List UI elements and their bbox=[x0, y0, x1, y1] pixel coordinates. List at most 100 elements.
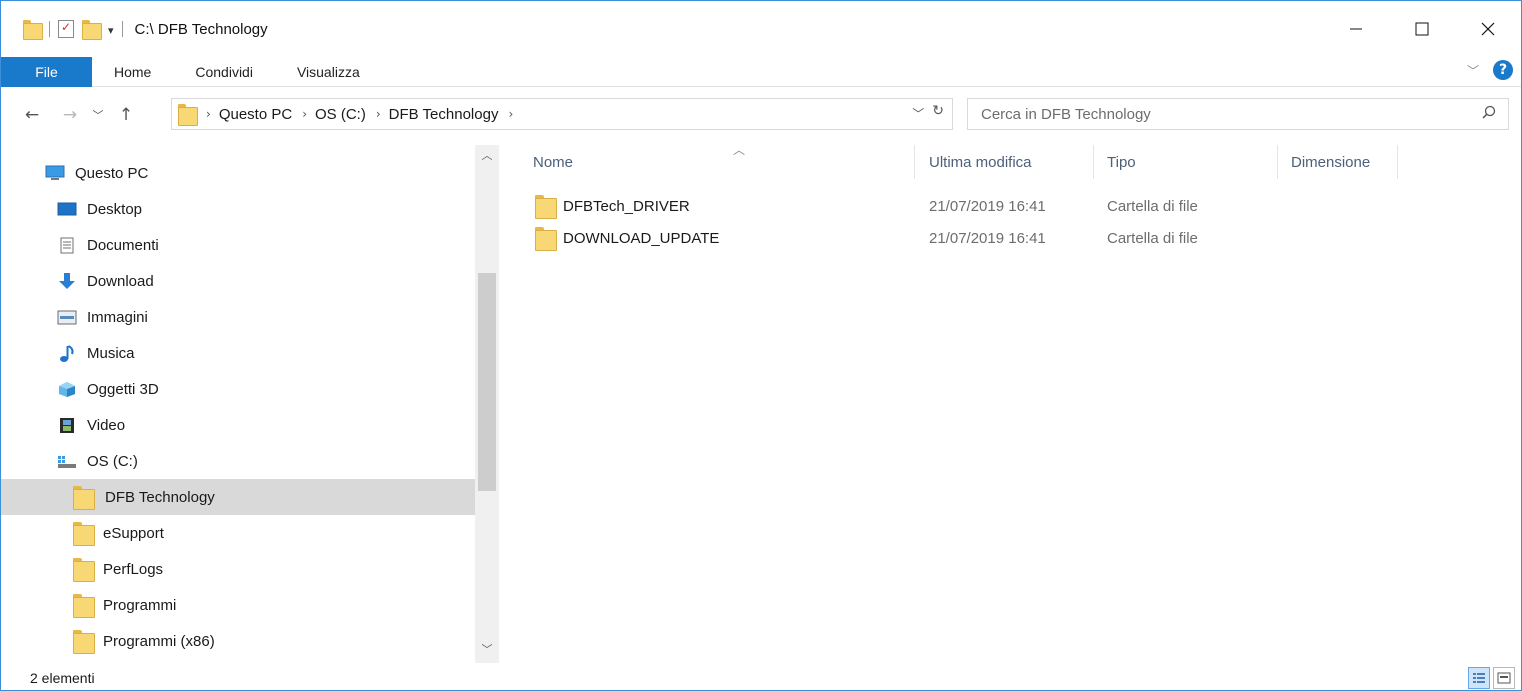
document-icon bbox=[60, 237, 74, 253]
navigation-row: ← → ﹀ ↑ › Questo PC › OS (C:) › DFB Tech… bbox=[1, 95, 1521, 135]
customize-toolbar-dropdown-icon[interactable]: ▾ bbox=[108, 24, 114, 37]
breadcrumb-questo-pc[interactable]: Questo PC bbox=[219, 106, 292, 123]
scrollbar-thumb[interactable] bbox=[478, 273, 496, 491]
column-header-tipo[interactable]: Tipo bbox=[1107, 145, 1136, 179]
nav-item-desktop[interactable]: Desktop bbox=[1, 191, 475, 227]
nav-item-video[interactable]: Video bbox=[1, 407, 475, 443]
nav-item-questo-pc[interactable]: Questo PC bbox=[1, 155, 475, 191]
window-title: C:\ DFB Technology bbox=[134, 20, 268, 38]
drive-icon bbox=[58, 455, 76, 468]
column-header-nome[interactable]: Nome ︿ bbox=[533, 143, 745, 179]
search-box[interactable]: Cerca in DFB Technology bbox=[967, 98, 1509, 130]
nav-item-download[interactable]: Download bbox=[1, 263, 475, 299]
tab-condividi[interactable]: Condividi bbox=[173, 57, 275, 87]
large-icons-view-icon bbox=[1497, 672, 1511, 684]
up-arrow-icon[interactable]: ↑ bbox=[114, 105, 138, 125]
download-arrow-icon bbox=[59, 272, 75, 289]
separator bbox=[49, 21, 50, 37]
column-header-dimensione[interactable]: Dimensione bbox=[1291, 145, 1370, 179]
folder-icon bbox=[73, 522, 95, 546]
address-bar-tail: ﹀ ↻ bbox=[912, 103, 944, 122]
monitor-icon bbox=[45, 165, 65, 180]
nav-item-os-c[interactable]: OS (C:) bbox=[1, 443, 475, 479]
refresh-icon[interactable]: ↻ bbox=[932, 103, 944, 122]
folder-icon bbox=[178, 104, 198, 126]
close-button[interactable] bbox=[1455, 1, 1521, 57]
recent-locations-chevron-icon[interactable]: ﹀ bbox=[86, 107, 110, 123]
column-separator[interactable] bbox=[914, 145, 915, 179]
new-folder-icon[interactable] bbox=[82, 20, 102, 40]
scroll-up-arrow-icon[interactable]: ︿ bbox=[475, 147, 499, 163]
desktop-icon bbox=[57, 202, 77, 215]
properties-checkmark-icon[interactable] bbox=[58, 20, 74, 38]
column-separator[interactable] bbox=[1277, 145, 1278, 179]
address-history-chevron-icon[interactable]: ﹀ bbox=[912, 105, 924, 122]
view-switcher bbox=[1468, 667, 1515, 689]
separator bbox=[121, 21, 123, 37]
nav-item-label: Download bbox=[87, 272, 154, 290]
file-row[interactable]: DOWNLOAD_UPDATE 21/07/2019 16:41 Cartell… bbox=[521, 223, 1221, 253]
nav-item-programmi[interactable]: Programmi bbox=[1, 587, 475, 623]
nav-item-label: OS (C:) bbox=[87, 452, 138, 470]
file-list: Nome ︿ Ultima modifica Tipo Dimensione D… bbox=[499, 143, 1521, 663]
nav-item-esupport[interactable]: eSupport bbox=[1, 515, 475, 551]
file-type: Cartella di file bbox=[1107, 197, 1198, 215]
tab-visualizza[interactable]: Visualizza bbox=[275, 57, 382, 87]
nav-item-label: Video bbox=[87, 416, 126, 434]
search-icon[interactable] bbox=[1482, 105, 1496, 119]
file-modified: 21/07/2019 16:41 bbox=[929, 229, 1046, 247]
nav-item-immagini[interactable]: Immagini bbox=[1, 299, 475, 335]
file-name: DFBTech_DRIVER bbox=[563, 197, 690, 215]
scroll-down-arrow-icon[interactable]: ﹀ bbox=[475, 641, 499, 657]
column-separator[interactable] bbox=[1397, 145, 1398, 179]
tab-file[interactable]: File bbox=[1, 56, 92, 87]
minimize-icon bbox=[1350, 28, 1362, 30]
nav-item-dfb-technology[interactable]: DFB Technology bbox=[1, 479, 475, 515]
navigation-pane-scrollbar[interactable]: ︿ ﹀ bbox=[475, 145, 499, 663]
folder-icon bbox=[535, 195, 557, 219]
window-controls bbox=[1323, 1, 1521, 57]
nav-item-programmi-x86[interactable]: Programmi (x86) bbox=[1, 623, 475, 659]
nav-item-label: Programmi (x86) bbox=[103, 632, 215, 650]
minimize-button[interactable] bbox=[1323, 1, 1389, 57]
nav-item-documenti[interactable]: Documenti bbox=[1, 227, 475, 263]
breadcrumb-dfb-technology[interactable]: DFB Technology bbox=[389, 106, 499, 123]
nav-item-oggetti-3d[interactable]: Oggetti 3D bbox=[1, 371, 475, 407]
music-note-icon bbox=[60, 344, 74, 362]
maximize-button[interactable] bbox=[1389, 1, 1455, 57]
chevron-right-icon[interactable]: › bbox=[376, 107, 381, 121]
back-arrow-icon[interactable]: ← bbox=[20, 105, 44, 125]
search-placeholder: Cerca in DFB Technology bbox=[981, 105, 1151, 123]
nav-item-label: Immagini bbox=[87, 308, 148, 326]
column-header-ultima-modifica[interactable]: Ultima modifica bbox=[929, 145, 1032, 179]
details-view-button[interactable] bbox=[1468, 667, 1490, 689]
chevron-right-icon[interactable]: › bbox=[302, 107, 307, 121]
forward-arrow-icon[interactable]: → bbox=[58, 105, 82, 125]
folder-icon bbox=[535, 227, 557, 251]
folder-icon bbox=[73, 486, 95, 510]
address-bar[interactable]: › Questo PC › OS (C:) › DFB Technology ›… bbox=[171, 98, 953, 130]
cube-3d-icon bbox=[59, 381, 75, 397]
item-count: 2 elementi bbox=[30, 670, 95, 686]
image-icon bbox=[57, 310, 77, 324]
column-label: Nome bbox=[533, 153, 574, 171]
large-icons-view-button[interactable] bbox=[1493, 667, 1515, 689]
maximize-icon bbox=[1415, 22, 1429, 36]
close-icon bbox=[1481, 22, 1495, 36]
folder-icon bbox=[73, 558, 95, 582]
nav-item-label: DFB Technology bbox=[105, 488, 215, 506]
folder-icon bbox=[23, 20, 43, 40]
nav-item-perflogs[interactable]: PerfLogs bbox=[1, 551, 475, 587]
expand-ribbon-chevron-icon[interactable]: ﹀ bbox=[1467, 62, 1479, 79]
column-separator[interactable] bbox=[1093, 145, 1094, 179]
chevron-right-icon[interactable]: › bbox=[508, 107, 513, 121]
help-icon[interactable]: ? bbox=[1493, 60, 1513, 80]
breadcrumb-os-c[interactable]: OS (C:) bbox=[315, 106, 366, 123]
tab-home[interactable]: Home bbox=[92, 57, 173, 87]
nav-item-label: Musica bbox=[87, 344, 135, 362]
nav-item-musica[interactable]: Musica bbox=[1, 335, 475, 371]
details-view-icon bbox=[1473, 673, 1485, 683]
column-label: Tipo bbox=[1107, 153, 1136, 171]
quick-access-toolbar: ▾ C:\ DFB Technology bbox=[1, 1, 268, 57]
file-row[interactable]: DFBTech_DRIVER 21/07/2019 16:41 Cartella… bbox=[521, 191, 1221, 221]
